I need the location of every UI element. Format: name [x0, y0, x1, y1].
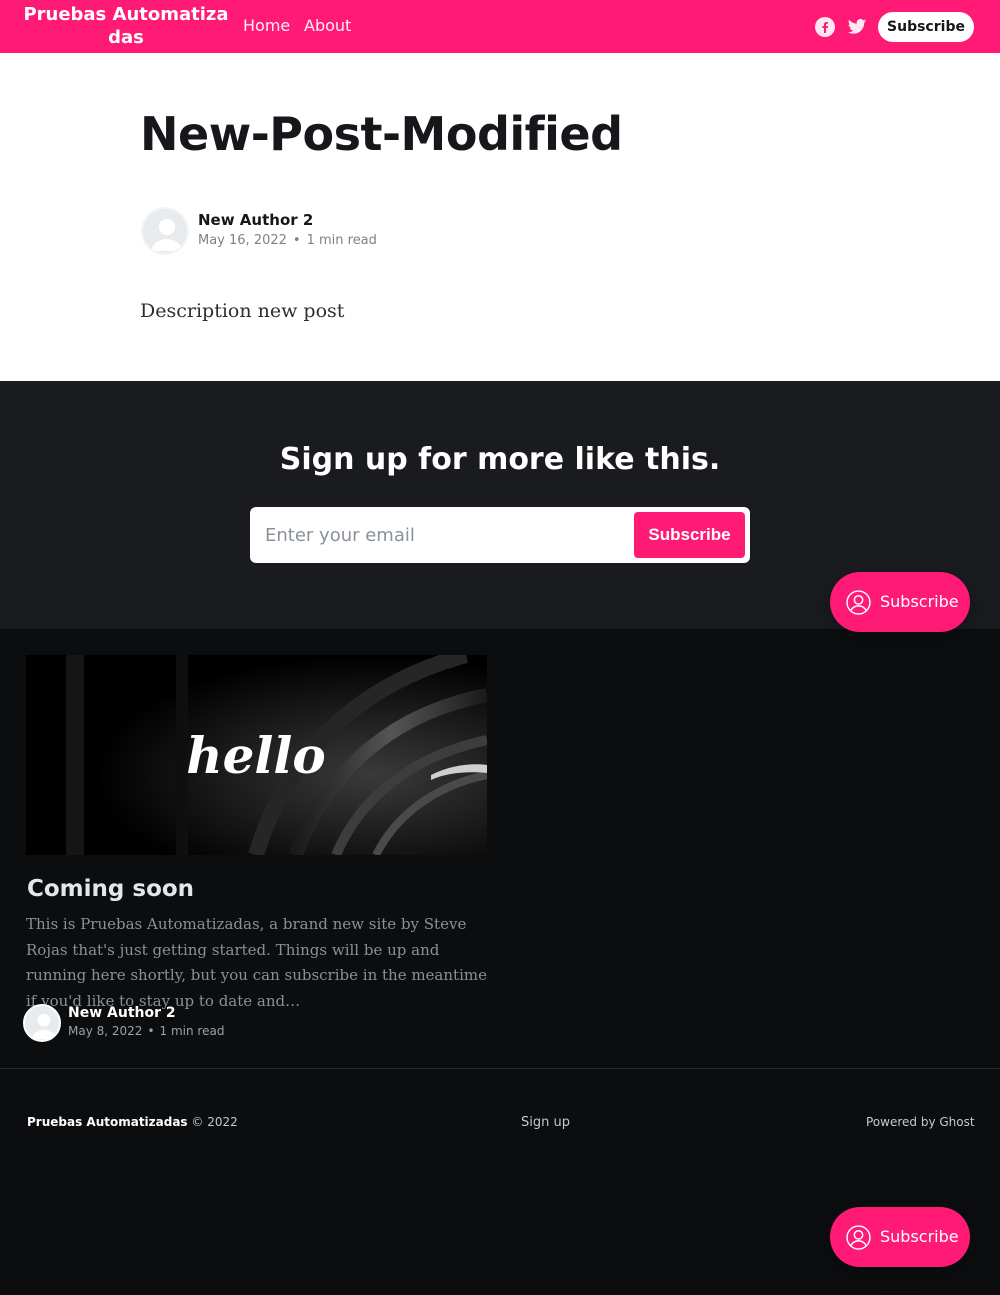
cta-subscribe-button[interactable]: Subscribe — [634, 512, 745, 558]
card-author-avatar[interactable] — [23, 1004, 61, 1042]
portal-subscribe-button-bottom[interactable]: Subscribe — [830, 1207, 970, 1267]
site-brand-link[interactable]: Pruebas Automatizadas — [22, 3, 230, 49]
post-content: Description new post — [140, 300, 345, 322]
card-reading-time: 1 min read — [159, 1024, 225, 1038]
user-circle-icon — [846, 590, 871, 615]
footer-copyright: Pruebas Automatizadas © 2022 — [27, 1114, 238, 1130]
post-date: May 16, 2022 — [198, 233, 287, 248]
meta-separator: • — [147, 1024, 155, 1038]
portal-subscribe-label: Subscribe — [880, 592, 959, 611]
post-card-image[interactable]: hello — [26, 655, 487, 855]
post-meta: May 16, 2022 • 1 min read — [198, 232, 377, 250]
post-card-title[interactable]: Coming soon — [27, 875, 194, 903]
email-input[interactable] — [265, 507, 625, 563]
card-meta: May 8, 2022 • 1 min read — [68, 1023, 224, 1039]
post-author-link[interactable]: New Author 2 — [198, 210, 313, 230]
related-posts: hello Coming soon This is Pruebas Automa… — [0, 629, 1000, 1069]
card-date: May 8, 2022 — [68, 1024, 143, 1038]
post-reading-time: 1 min read — [306, 233, 377, 248]
portal-subscribe-button[interactable]: Subscribe — [830, 572, 970, 632]
post-title: New-Post-Modified — [140, 107, 623, 161]
site-header: Pruebas Automatizadas Home About Subscri… — [0, 0, 1000, 53]
author-avatar[interactable] — [141, 207, 189, 255]
user-silhouette-icon — [151, 219, 183, 251]
portal-subscribe-label: Subscribe — [880, 1227, 959, 1246]
powered-by-ghost-link[interactable]: Powered by Ghost — [866, 1114, 975, 1130]
facebook-icon[interactable] — [815, 17, 835, 37]
nav-home-link[interactable]: Home — [243, 16, 290, 36]
twitter-icon[interactable] — [847, 17, 867, 37]
signup-form: Subscribe — [250, 507, 750, 563]
article: New-Post-Modified New Author 2 May 16, 2… — [0, 53, 1000, 381]
footer-site-link[interactable]: Pruebas Automatizadas — [27, 1115, 188, 1129]
nav-about-link[interactable]: About — [304, 16, 351, 36]
post-card-excerpt[interactable]: This is Pruebas Automatizadas, a brand n… — [26, 912, 488, 1014]
card-image-hello-text: hello — [186, 726, 326, 785]
cta-title: Sign up for more like this. — [279, 442, 721, 477]
header-subscribe-button[interactable]: Subscribe — [878, 12, 974, 42]
user-silhouette-icon — [31, 1013, 57, 1040]
footer-signup-link[interactable]: Sign up — [521, 1115, 570, 1131]
user-circle-icon — [846, 1225, 871, 1250]
footer-copyright-year: © 2022 — [191, 1115, 238, 1129]
card-author-link[interactable]: New Author 2 — [68, 1004, 176, 1022]
meta-separator: • — [292, 233, 301, 248]
